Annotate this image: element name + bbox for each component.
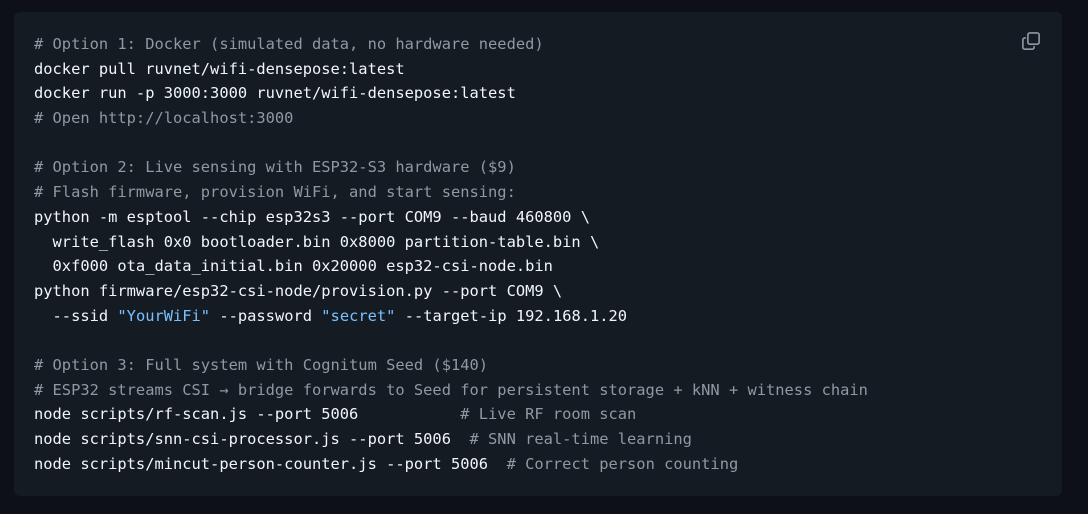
code-token-plain: 0xf000 ota_data_initial.bin 0x20000 esp3… bbox=[34, 257, 553, 276]
code-token-plain: node scripts/mincut-person-counter.js --… bbox=[34, 454, 507, 473]
code-token-comment: # Open http://localhost:3000 bbox=[34, 109, 294, 128]
code-token-plain: node scripts/snn-csi-processor.js --port… bbox=[34, 430, 470, 448]
code-line: # Flash firmware, provision WiFi, and st… bbox=[34, 180, 868, 205]
code-line: # Option 1: Docker (simulated data, no h… bbox=[34, 32, 868, 57]
code-token-comment: # Option 3: Full system with Cognitum Se… bbox=[34, 355, 489, 374]
code-token-plain: --ssid bbox=[34, 306, 118, 325]
code-token-comment: # Live RF room scan bbox=[460, 405, 637, 424]
code-token-plain: docker run -p 3000:3000 ruvnet/wifi-dens… bbox=[34, 84, 516, 103]
copy-button[interactable] bbox=[1018, 28, 1044, 54]
code-line: node scripts/mincut-person-counter.js --… bbox=[34, 452, 868, 477]
code-token-plain: docker pull ruvnet/wifi-densepose:latest bbox=[34, 59, 405, 78]
code-line: # ESP32 streams CSI → bridge forwards to… bbox=[34, 378, 868, 403]
code-line: python -m esptool --chip esp32s3 --port … bbox=[34, 205, 868, 230]
code-token-plain: write_flash 0x0 bootloader.bin 0x8000 pa… bbox=[34, 232, 600, 251]
code-line: --ssid "YourWiFi" --password "secret" --… bbox=[34, 304, 868, 329]
code-token-plain: node scripts/rf-scan.js --port 5006 bbox=[34, 405, 461, 424]
copy-icon bbox=[1022, 32, 1040, 50]
code-token-plain: python firmware/esp32-csi-node/provision… bbox=[34, 281, 563, 300]
code-line: node scripts/rf-scan.js --port 5006 # Li… bbox=[34, 402, 868, 427]
code-token-comment: # Option 2: Live sensing with ESP32-S3 h… bbox=[34, 158, 516, 177]
code-line: docker pull ruvnet/wifi-densepose:latest bbox=[34, 57, 868, 82]
code-token-plain: --target-ip 192.168.1.20 bbox=[395, 306, 628, 325]
code-line: 0xf000 ota_data_initial.bin 0x20000 esp3… bbox=[34, 254, 868, 279]
code-block-panel: # Option 1: Docker (simulated data, no h… bbox=[14, 12, 1062, 496]
code-token-string: "secret" bbox=[321, 306, 396, 325]
code-line: # Open http://localhost:3000 bbox=[34, 106, 868, 131]
code-line: # Option 3: Full system with Cognitum Se… bbox=[34, 353, 868, 378]
code-token-comment: # SNN real-time learning bbox=[469, 430, 692, 448]
code-line: write_flash 0x0 bootloader.bin 0x8000 pa… bbox=[34, 230, 868, 255]
code-block[interactable]: # Option 1: Docker (simulated data, no h… bbox=[34, 32, 868, 476]
code-line: python firmware/esp32-csi-node/provision… bbox=[34, 279, 868, 304]
code-token-string: "YourWiFi" bbox=[117, 306, 211, 325]
code-line: docker run -p 3000:3000 ruvnet/wifi-dens… bbox=[34, 81, 868, 106]
code-token-plain: python -m esptool --chip esp32s3 --port … bbox=[34, 207, 590, 226]
code-token-comment: # ESP32 streams CSI → bridge forwards to… bbox=[34, 380, 868, 399]
code-token-plain: --password bbox=[210, 306, 322, 325]
code-token-comment: # Option 1: Docker (simulated data, no h… bbox=[34, 35, 544, 53]
code-token-comment: # Flash firmware, provision WiFi, and st… bbox=[34, 183, 516, 202]
code-token-comment: # Correct person counting bbox=[506, 454, 739, 473]
code-line: node scripts/snn-csi-processor.js --port… bbox=[34, 427, 868, 452]
code-line: # Option 2: Live sensing with ESP32-S3 h… bbox=[34, 155, 868, 180]
